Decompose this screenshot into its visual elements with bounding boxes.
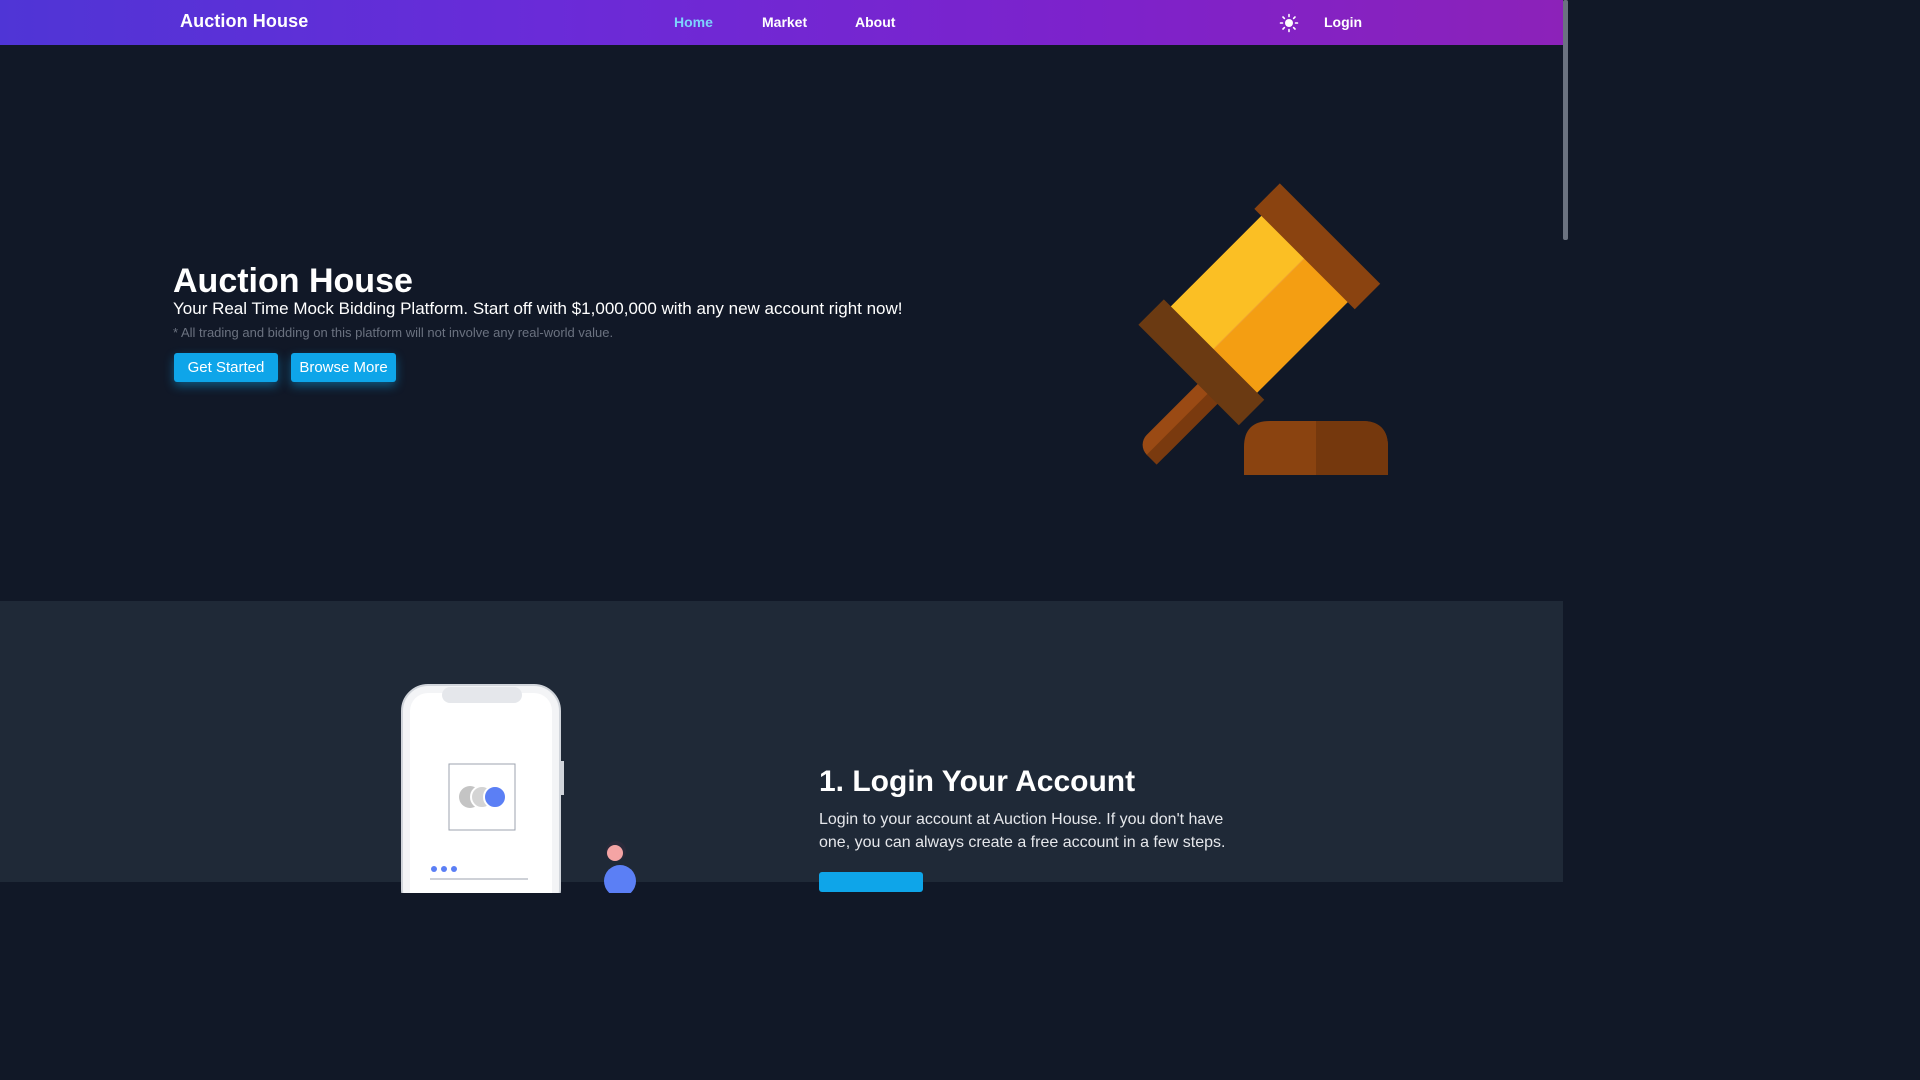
- theme-toggle-button[interactable]: [1279, 13, 1299, 33]
- hero-subtitle: Your Real Time Mock Bidding Platform. St…: [173, 299, 903, 318]
- top-navbar: Auction House Home Market About Login: [0, 0, 1563, 45]
- hero-section: Auction House Your Real Time Mock Biddin…: [0, 45, 1563, 601]
- nav-link-home[interactable]: Home: [674, 14, 713, 30]
- person-icon: [604, 841, 636, 893]
- step-title: 1. Login Your Account: [819, 765, 1136, 798]
- scrollbar-thumb[interactable]: [1563, 0, 1568, 240]
- gavel-icon: [1138, 183, 1388, 475]
- browse-more-button[interactable]: Browse More: [291, 353, 396, 382]
- nav-link-about[interactable]: About: [855, 14, 895, 30]
- nav-link-market[interactable]: Market: [762, 14, 807, 30]
- sun-icon: [1279, 13, 1299, 33]
- get-started-button[interactable]: Get Started: [174, 353, 278, 382]
- phone-login-icon: [401, 684, 564, 893]
- step-description: Login to your account at Auction House. …: [819, 811, 1226, 851]
- hero-title: Auction House: [173, 262, 413, 300]
- brand-logo[interactable]: Auction House: [180, 11, 308, 32]
- login-link[interactable]: Login: [1324, 14, 1362, 30]
- steps-section: 1. Login Your Account Login to your acco…: [0, 601, 1563, 893]
- hero-disclaimer: * All trading and bidding on this platfo…: [173, 325, 614, 340]
- step-action-button[interactable]: [819, 872, 923, 892]
